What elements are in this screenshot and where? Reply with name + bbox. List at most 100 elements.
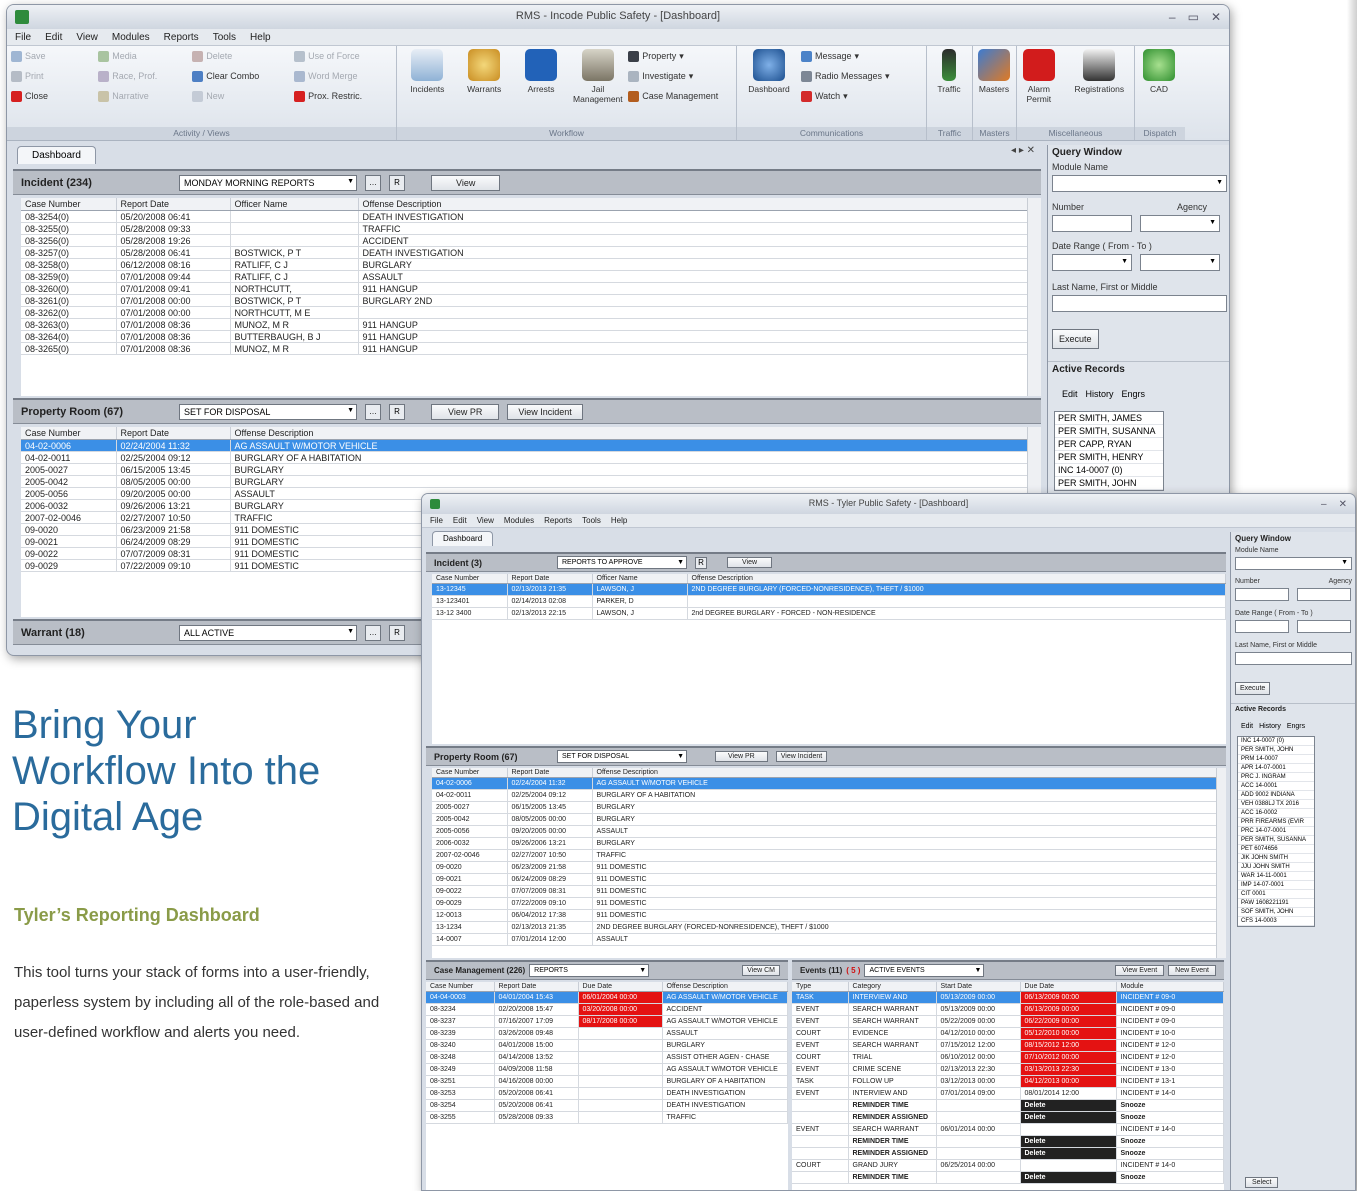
agency-select[interactable]: ▼ (1140, 215, 1220, 232)
word-merge-button[interactable]: Word Merge (294, 69, 392, 83)
incident-view-button[interactable]: View (431, 174, 501, 191)
radio-messages-button[interactable]: Radio Messages ▾ (801, 69, 921, 83)
table-row[interactable]: 08-3237 07/16/2007 17:09 08/17/2008 00:00 A… (426, 1015, 788, 1028)
menu-help[interactable]: Help (611, 516, 627, 525)
table-row[interactable]: 2005-0042 08/05/2005 00:00 BURGLARY (432, 813, 1226, 826)
table-row[interactable]: 08-3260(0) 07/01/2008 09:41 NORTHCUTT, 911 … (21, 282, 1041, 295)
active-record-item[interactable]: ACC 16-0002 (1238, 809, 1314, 818)
table-row[interactable]: 08-3254 05/20/2008 06:41 DEATH INVESTIGATI… (426, 1099, 788, 1112)
table-row[interactable]: EVENT INTERVIEW AND 07/01/2014 09:00 08/01/… (792, 1087, 1224, 1100)
table-row[interactable]: 2005-0027 06/15/2005 13:45 BURGLARY (21, 463, 1041, 476)
table-row[interactable]: 08-3239 03/26/2008 09:48 ASSAULT (426, 1027, 788, 1040)
table-row[interactable]: 08-3257(0) 05/28/2008 06:41 BOSTWICK, P TD… (21, 246, 1041, 259)
menu-modules[interactable]: Modules (112, 32, 150, 43)
menu-reports[interactable]: Reports (164, 32, 199, 43)
reminder-row[interactable]: REMINDER ASSIGNED Delete Snooze (792, 1111, 1224, 1124)
active-record-item[interactable]: PER SMITH, HENRY (1055, 451, 1163, 464)
close-button[interactable]: Close (11, 89, 94, 103)
col-type[interactable]: Type (792, 982, 849, 992)
table-row[interactable]: 04-02-0011 02/25/2004 09:12 BURGLARY OF A … (21, 451, 1041, 464)
active-record-item[interactable]: PER SMITH, SUSANNA (1238, 836, 1314, 845)
active-record-item[interactable]: INC 14-0007 (0) (1055, 464, 1163, 477)
clear-combo-button[interactable]: Clear Combo (192, 69, 290, 83)
tab-dashboard[interactable]: Dashboard (17, 146, 96, 164)
col-case-number[interactable]: Case Number (21, 198, 117, 211)
delete-button[interactable]: Delete (192, 49, 290, 63)
close-icon[interactable]: ✕ (1339, 499, 1347, 510)
select-button[interactable]: Select (1245, 1177, 1279, 1188)
col-due-date[interactable]: Due Date (1020, 982, 1117, 992)
date-from-input[interactable] (1235, 620, 1289, 633)
events-filter[interactable]: ACTIVE EVENTS ▼ (864, 964, 985, 977)
table-row[interactable]: 2007-02-0046 02/27/2007 10:50 TRAFFIC (432, 849, 1226, 862)
active-record-item[interactable]: JIK JOHN SMITH (1238, 854, 1314, 863)
use-of-force-button[interactable]: Use of Force (294, 49, 392, 63)
tab-engrs[interactable]: Engrs (1287, 723, 1305, 730)
table-row[interactable]: 08-3234 02/20/2008 15:47 03/20/2008 00:00 A… (426, 1003, 788, 1016)
table-row[interactable]: 04-02-0011 02/25/2004 09:12 BURGLARY OF A … (432, 789, 1226, 802)
table-row[interactable]: 09-0020 06/23/2009 21:58 911 DOMESTIC (432, 861, 1226, 874)
incident-filter-select[interactable]: MONDAY MORNING REPORTS ▼ (179, 174, 357, 191)
module-name-select[interactable]: ▼ (1052, 175, 1227, 192)
incident-refresh-button[interactable]: R (389, 174, 405, 191)
menu-file[interactable]: File (15, 32, 31, 43)
table-row[interactable]: COURT GRAND JURY 06/25/2014 00:00 INCIDENT … (792, 1159, 1224, 1172)
col-offense-description[interactable]: Offense Description (230, 427, 1041, 440)
table-row[interactable]: 04-02-0006 02/24/2004 11:32 AG ASSAULT W/M… (432, 777, 1226, 790)
col-category[interactable]: Category (848, 982, 937, 992)
reminder-snooze-button[interactable]: Snooze (1116, 1147, 1224, 1160)
case-management-button[interactable]: Case Management (628, 89, 732, 103)
col-officer-name[interactable]: Officer Name (592, 574, 688, 584)
col-offense-description[interactable]: Offense Description (592, 768, 1226, 778)
watch-button[interactable]: Watch ▾ (801, 89, 921, 103)
active-record-item[interactable]: PRR FIREARMS (EVIR (1238, 818, 1314, 827)
col-due-date[interactable]: Due Date (578, 982, 663, 992)
active-record-item[interactable]: ACC 14-0001 (1238, 782, 1314, 791)
date-from-input[interactable]: ▼ (1052, 254, 1132, 271)
reminder-snooze-button[interactable]: Snooze (1116, 1099, 1224, 1112)
col-start-date[interactable]: Start Date (936, 982, 1021, 992)
investigate-button[interactable]: Investigate ▾ (628, 69, 732, 83)
active-record-item[interactable]: PRM 14-0007 (1238, 755, 1314, 764)
col-case-number[interactable]: Case Number (432, 574, 508, 584)
message-button[interactable]: Message ▾ (801, 49, 921, 63)
media-button[interactable]: Media (98, 49, 188, 63)
new-button[interactable]: New (192, 89, 290, 103)
reminder-snooze-button[interactable]: Snooze (1116, 1135, 1224, 1148)
menu-view[interactable]: View (477, 516, 494, 525)
save-button[interactable]: Save (11, 49, 94, 63)
view-event-button[interactable]: View Event (1115, 965, 1165, 976)
table-row[interactable]: 2005-0042 08/05/2005 00:00 BURGLARY (21, 475, 1041, 488)
active-record-item[interactable]: SOF SMITH, JOHN (1238, 908, 1314, 917)
col-offense-description[interactable]: Offense Description (662, 982, 788, 992)
execute-button[interactable]: Execute (1052, 329, 1099, 349)
table-row[interactable]: 09-0022 07/07/2009 08:31 911 DOMESTIC (432, 885, 1226, 898)
agency-select[interactable] (1297, 588, 1351, 601)
col-offense-description[interactable]: Offense Description (358, 198, 1041, 211)
table-row[interactable]: TASK FOLLOW UP 03/12/2013 00:00 04/12/2013 … (792, 1075, 1224, 1088)
reminder-delete-button[interactable]: Delete (1020, 1135, 1117, 1148)
table-row[interactable]: 09-0029 07/22/2009 09:10 911 DOMESTIC (432, 897, 1226, 910)
table-row[interactable]: 09-0021 06/24/2009 08:29 911 DOMESTIC (432, 873, 1226, 886)
active-record-item[interactable]: PET 6074656 (1238, 845, 1314, 854)
last-name-input[interactable] (1235, 652, 1352, 665)
warrant-ellipsis-button[interactable]: … (365, 624, 381, 641)
race-prof-button[interactable]: Race, Prof. (98, 69, 188, 83)
table-row[interactable]: 08-3249 04/09/2008 11:58 AG ASSAULT W/MOTO… (426, 1063, 788, 1076)
col-case-number[interactable]: Case Number (426, 982, 495, 992)
table-row[interactable]: 13-12345 02/13/2013 21:35 LAWSON, J 2ND DEG… (432, 583, 1226, 596)
number-input[interactable] (1235, 588, 1289, 601)
active-record-item[interactable]: PER SMITH, SUSANNA (1055, 425, 1163, 438)
menu-modules[interactable]: Modules (504, 516, 534, 525)
active-record-item[interactable]: PER SMITH, JOHN (1238, 746, 1314, 755)
reminder-delete-button[interactable]: Delete (1020, 1147, 1117, 1160)
tab-nav-controls[interactable]: ◂ ▸ ✕ (1011, 145, 1035, 156)
active-record-item[interactable]: APR 14-07-0001 (1238, 764, 1314, 773)
incident-ellipsis-button[interactable]: … (365, 174, 381, 191)
minimize-icon[interactable]: – (1321, 499, 1327, 510)
col-report-date[interactable]: Report Date (494, 982, 579, 992)
incident-refresh-button[interactable]: R (695, 556, 707, 569)
col-officer-name[interactable]: Officer Name (230, 198, 359, 211)
maximize-icon[interactable]: ▭ (1188, 10, 1199, 24)
warrant-refresh-button[interactable]: R (389, 624, 405, 641)
